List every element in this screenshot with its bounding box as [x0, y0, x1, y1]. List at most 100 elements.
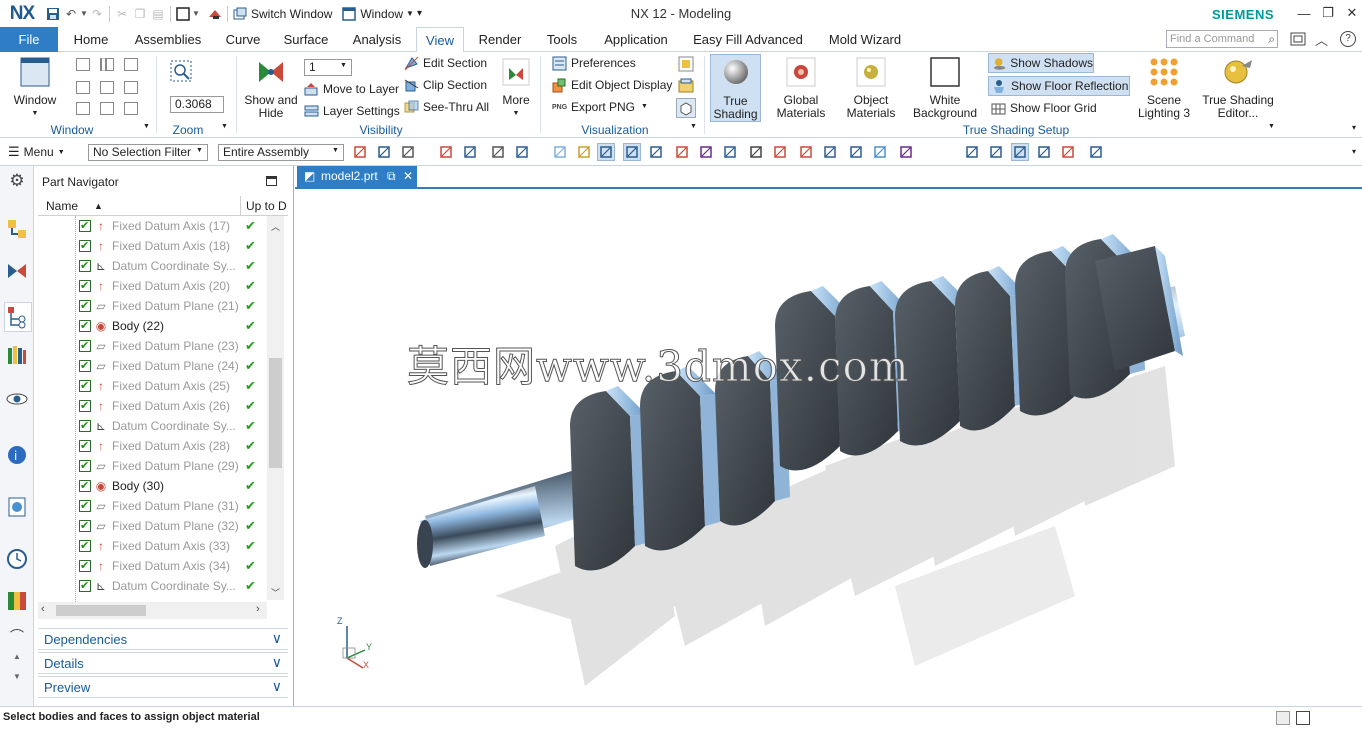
tree-row[interactable]: ▱ Fixed Datum Plane (29) ✔ [38, 456, 268, 476]
scroll-right-arrow-icon[interactable]: › [256, 603, 260, 615]
tree-row[interactable]: ⊾ Datum Coordinate Sy... ✔ [38, 416, 268, 436]
single-view-icon[interactable] [76, 58, 90, 71]
visualization-tool-1-icon[interactable] [678, 56, 694, 72]
mid-point-icon[interactable] [623, 143, 641, 161]
constraint-navigator-icon[interactable] [6, 260, 28, 282]
tab-application[interactable]: Application [596, 27, 676, 52]
expand-chevron-icon[interactable]: ∨ [272, 630, 282, 647]
intersection-icon[interactable] [674, 144, 690, 160]
redo-icon[interactable]: ↷ [88, 5, 106, 23]
window-layout-button[interactable]: Window ▼ [10, 56, 60, 120]
tree-row[interactable]: ▱ Fixed Datum Plane (31) ✔ [38, 496, 268, 516]
tab-easy-fill-advanced[interactable]: Easy Fill Advanced [688, 27, 808, 52]
assembly-navigator-icon[interactable] [6, 218, 28, 240]
tree-row[interactable]: ↑ Fixed Datum Axis (17) ✔ [38, 216, 268, 236]
copy-icon[interactable]: ❐ [131, 5, 149, 23]
window-frame-icon[interactable] [174, 5, 192, 23]
tree-row[interactable]: ↑ Fixed Datum Axis (18) ✔ [38, 236, 268, 256]
visualization-tool-2-icon[interactable] [678, 78, 694, 94]
zoom-icon[interactable] [170, 60, 192, 82]
show-and-hide-button[interactable]: Show and Hide [244, 56, 298, 120]
column-up-to-date[interactable]: Up to D [246, 199, 287, 213]
sort-ascending-icon[interactable]: ▲ [94, 201, 103, 211]
six-view-icon[interactable] [124, 81, 138, 94]
show-shadows-button[interactable]: Show Shadows [988, 53, 1094, 73]
window-icon[interactable] [340, 5, 358, 23]
undo-dropdown-icon[interactable]: ▼ [80, 5, 88, 23]
visibility-checkbox[interactable] [79, 396, 91, 416]
selection-filter-select[interactable]: No Selection Filter [88, 144, 208, 161]
hd3d-tools-icon[interactable] [6, 388, 28, 410]
tree-row[interactable]: ▱ Fixed Datum Plane (23) ✔ [38, 336, 268, 356]
edit-icon[interactable] [988, 144, 1004, 160]
zoom-group-dropdown-icon[interactable]: ▼ [221, 123, 228, 130]
preferences-button[interactable]: Preferences [552, 53, 636, 73]
switch-window-icon[interactable] [231, 5, 249, 23]
preview-section[interactable]: Preview ∨ [38, 676, 288, 698]
switch-window-button[interactable]: Switch Window [251, 7, 332, 21]
visibility-checkbox[interactable] [79, 456, 91, 476]
status-selection-icon[interactable] [1276, 711, 1290, 725]
visibility-checkbox[interactable] [79, 436, 91, 456]
fullscreen-icon[interactable] [1290, 31, 1306, 47]
tab-view[interactable]: View [416, 27, 464, 53]
visibility-checkbox[interactable] [79, 216, 91, 236]
visibility-checkbox[interactable] [79, 576, 91, 596]
shade-icon[interactable] [1060, 144, 1076, 160]
layer-icon[interactable] [1011, 143, 1029, 161]
grid-view-2-icon[interactable] [100, 102, 114, 115]
scroll-left-arrow-icon[interactable]: ‹ [41, 603, 45, 615]
visibility-checkbox[interactable] [79, 256, 91, 276]
tree-row[interactable]: ↑ Fixed Datum Axis (34) ✔ [38, 556, 268, 576]
vertical-scroll-thumb[interactable] [269, 358, 282, 468]
true-shading-button[interactable]: True Shading [710, 54, 761, 122]
status-fullscreen-icon[interactable] [1296, 711, 1310, 725]
toolbar-overflow-icon[interactable]: ▾ [1352, 147, 1356, 156]
tree-row[interactable]: ↑ Fixed Datum Axis (28) ✔ [38, 436, 268, 456]
find-command-input[interactable]: Find a Command ⌕ [1166, 30, 1278, 48]
visibility-checkbox[interactable] [79, 356, 91, 376]
select-face-icon[interactable] [438, 144, 454, 160]
true-shading-editor-button[interactable]: True Shading Editor... [1200, 56, 1276, 120]
tab-mold-wizard[interactable]: Mold Wizard [818, 27, 912, 52]
visibility-checkbox[interactable] [79, 336, 91, 356]
scene-lighting-button[interactable]: Scene Lighting 3 [1132, 56, 1196, 120]
two-view-horizontal-icon[interactable] [124, 58, 138, 71]
tangent-icon[interactable] [748, 144, 764, 160]
column-name[interactable]: Name [46, 199, 78, 213]
tab-file[interactable]: File [0, 27, 58, 52]
part-navigator-icon[interactable] [4, 302, 32, 332]
visibility-checkbox[interactable] [79, 416, 91, 436]
snap-point-icon[interactable] [376, 144, 392, 160]
tab-analysis[interactable]: Analysis [346, 27, 408, 52]
edit-section-button[interactable]: Edit Section [404, 53, 487, 73]
work-layer-dropdown-icon[interactable]: ▼ [340, 62, 347, 69]
expand-chevron-icon[interactable]: ∨ [272, 678, 282, 695]
edit-object-display-button[interactable]: Edit Object Display [552, 75, 672, 95]
close-icon[interactable]: ✕ [1340, 3, 1362, 23]
tree-row[interactable]: ↑ Fixed Datum Axis (20) ✔ [38, 276, 268, 296]
point-on-curve-icon[interactable] [798, 144, 814, 160]
crankshaft-model[interactable] [295, 166, 1362, 706]
existing-point-icon[interactable] [772, 144, 788, 160]
collapse-ribbon-icon[interactable]: ︿ [1315, 30, 1328, 49]
quadrant-icon[interactable] [722, 144, 738, 160]
select-region-icon[interactable] [462, 144, 478, 160]
four-view-icon[interactable] [76, 81, 90, 94]
graphics-window[interactable]: ◩ model2.prt ⧉ ✕ 莫西网www.3dmox.com Z Y X [295, 166, 1362, 706]
view-orient-icon[interactable] [872, 144, 888, 160]
tree-row[interactable]: ▱ Fixed Datum Plane (32) ✔ [38, 516, 268, 536]
tab-tools[interactable]: Tools [538, 27, 586, 52]
frame-dropdown-icon[interactable]: ▼ [192, 5, 200, 23]
selection-scope-select[interactable]: Entire Assembly [218, 144, 344, 161]
visibility-checkbox[interactable] [79, 516, 91, 536]
see-thru-all-button[interactable]: See-Thru All [404, 97, 489, 117]
visibility-checkbox[interactable] [79, 376, 91, 396]
window-layout-dropdown-icon[interactable]: ▼ [10, 107, 60, 120]
lasso-icon[interactable] [490, 144, 506, 160]
tree-row[interactable]: ◉ Body (22) ✔ [38, 316, 268, 336]
menu-button[interactable]: ☰ Menu ▼ [8, 144, 65, 160]
visibility-checkbox[interactable] [79, 536, 91, 556]
selection-scope-dropdown-icon[interactable]: ▼ [332, 147, 339, 154]
true-shading-group-dropdown-icon[interactable]: ▼ [1268, 123, 1275, 130]
